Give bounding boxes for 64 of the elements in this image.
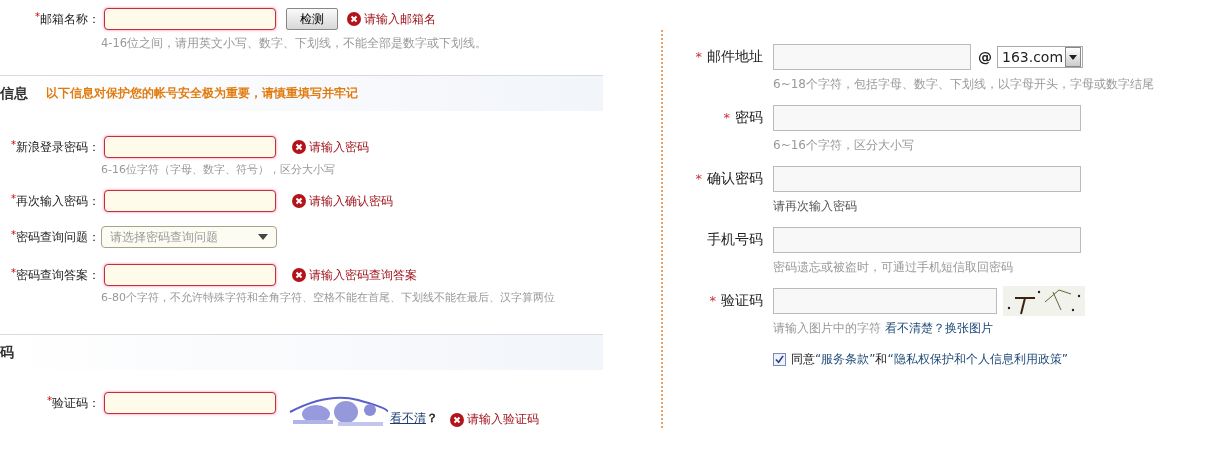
- field-label: 密码查询答案：: [16, 267, 100, 282]
- input-field[interactable]: [104, 8, 276, 30]
- input-field[interactable]: [773, 288, 997, 314]
- hint-text: 密码遗忘或被盗时，可通过手机短信取回密码: [773, 259, 1014, 276]
- error-icon: [450, 413, 464, 427]
- required-mark: *: [695, 171, 702, 186]
- error-message: 请输入密码查询答案: [309, 266, 417, 284]
- caret-icon: [258, 234, 268, 240]
- field-label: 再次输入密码：: [16, 193, 100, 208]
- agreement-text: 同意“服务条款”和“隐私权保护和个人信息利用政策”: [791, 351, 1068, 368]
- domain-dropdown[interactable]: 163.com: [997, 46, 1083, 68]
- hint-text: 6-16位字符（字母、数字、符号），区分大小写: [100, 162, 336, 177]
- agree-checkbox[interactable]: [773, 353, 786, 366]
- input-field[interactable]: [773, 166, 1081, 192]
- field-label: 邮箱名称：: [40, 11, 100, 26]
- error-icon: [292, 194, 306, 208]
- error-icon: [292, 268, 306, 282]
- error-message: 请输入密码: [309, 138, 369, 156]
- input-field[interactable]: [104, 136, 276, 158]
- hint-text: 请输入图片中的字符: [773, 321, 881, 335]
- caret-icon: [1069, 54, 1077, 60]
- field-label: 确认密码: [707, 170, 763, 186]
- unclear-link[interactable]: 看不清: [390, 411, 426, 425]
- terms-link[interactable]: “服务条款”: [815, 352, 876, 366]
- hint-text: 6~16个字符，区分大小写: [773, 137, 915, 154]
- field-label: 新浪登录密码：: [16, 139, 100, 154]
- required-mark: *: [35, 10, 40, 22]
- required-mark: *: [695, 49, 702, 64]
- field-label: 邮件地址: [707, 48, 763, 64]
- required-mark: *: [11, 228, 16, 240]
- error-message: 请输入邮箱名: [364, 10, 436, 28]
- input-field[interactable]: [773, 105, 1081, 131]
- error-message: 请输入确认密码: [309, 192, 393, 210]
- section-title: 码: [0, 343, 14, 362]
- check-button[interactable]: 检测: [286, 8, 338, 30]
- hint-text: 6-80个字符，不允许特殊字符和全角字符、空格不能在首尾、下划线不能在最后、汉字算两位: [100, 290, 556, 305]
- input-field[interactable]: [104, 264, 276, 286]
- privacy-policy-link[interactable]: “隐私权保护和个人信息利用政策”: [887, 352, 1068, 366]
- hint-text: 请再次输入密码: [773, 198, 858, 215]
- input-field[interactable]: [773, 44, 971, 70]
- section-title: 信息: [0, 84, 28, 103]
- required-mark: *: [47, 394, 52, 406]
- refresh-link[interactable]: 看不清楚？换张图片: [884, 321, 993, 335]
- input-field[interactable]: [773, 227, 1081, 253]
- field-label: 密码查询问题：: [16, 229, 100, 244]
- required-mark: *: [11, 266, 16, 278]
- field-label: 验证码: [721, 292, 763, 308]
- hint-text: 6~18个字符，包括字母、数字、下划线，以字母开头，字母或数字结尾: [773, 76, 1154, 93]
- question-mark: ？: [426, 411, 438, 425]
- input-field[interactable]: [104, 392, 276, 414]
- required-mark: *: [723, 110, 730, 125]
- error-icon: [347, 12, 361, 26]
- required-mark: *: [11, 192, 16, 204]
- field-label: 验证码：: [52, 395, 100, 410]
- field-label: 密码: [735, 109, 763, 125]
- field-label: 手机号码: [707, 231, 763, 247]
- section-note: 以下信息对保护您的帐号安全极为重要，请慎重填写并牢记: [46, 85, 358, 102]
- required-mark: *: [709, 293, 716, 308]
- error-message: 请输入验证码: [467, 411, 539, 428]
- at-sign: @: [978, 49, 992, 65]
- error-icon: [292, 140, 306, 154]
- hint-text: 4-16位之间，请用英文小写、数字、下划线，不能全部是数字或下划线。: [100, 36, 489, 51]
- required-mark: *: [11, 138, 16, 150]
- input-field[interactable]: [104, 190, 276, 212]
